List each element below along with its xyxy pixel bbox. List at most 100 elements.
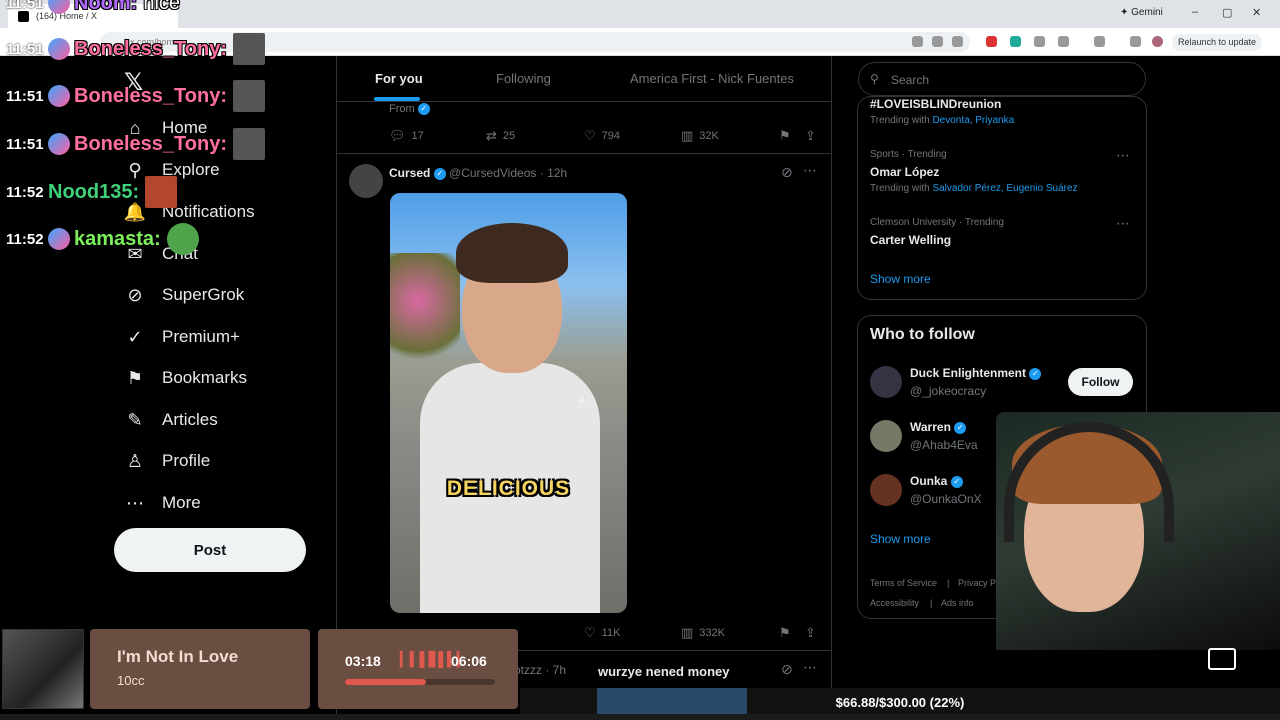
song-progress-fill <box>345 679 426 685</box>
post-button[interactable]: Post <box>114 528 306 572</box>
show-more-follow[interactable]: Show more <box>870 532 931 546</box>
footer-ads[interactable]: Ads info <box>941 598 974 608</box>
search-input[interactable]: Search <box>858 62 1146 96</box>
account-name-text: Duck Enlightenment <box>910 366 1027 380</box>
sidepanel-icon[interactable] <box>1094 36 1105 47</box>
video-tree <box>390 253 460 373</box>
more-options-icon[interactable]: ⋯ <box>803 659 818 676</box>
album-art <box>2 629 84 709</box>
close-icon[interactable]: ✕ <box>1252 6 1261 19</box>
extension-icon[interactable] <box>1034 36 1045 47</box>
author-handle[interactable]: otzzz · 7h <box>514 663 566 677</box>
avatar[interactable] <box>349 164 383 198</box>
trend-name[interactable]: Omar López <box>870 165 939 179</box>
article-icon: ✎ <box>127 409 143 430</box>
search-icon: ⚲ <box>870 72 879 86</box>
video-person-hair <box>456 223 568 283</box>
trend-context: Clemson University · Trending <box>870 217 1004 228</box>
bookmark-button[interactable]: ⚑ <box>779 128 797 144</box>
footer-sep: | <box>930 598 933 608</box>
trend-name[interactable]: #LOVEISBLINDreunion <box>870 97 1001 111</box>
views-button[interactable]: ▥ 32K <box>681 128 719 144</box>
song-total-time: 06:06 <box>451 653 487 669</box>
verified-icon: ✓ <box>127 326 143 347</box>
reply-icon: 💬︎ <box>389 128 406 143</box>
browser-toolbar: x.com/home Relaunch to update <box>0 28 1280 56</box>
avatar[interactable] <box>870 474 902 506</box>
trend-related-links[interactable]: Devonta, Priyanka <box>932 115 1014 126</box>
sidebar-item-articles[interactable]: ✎ Articles <box>124 402 217 438</box>
trending-with-label: Trending with <box>870 115 930 126</box>
sidebar-item-premium-[interactable]: ✓ Premium+ <box>124 319 239 355</box>
account-name-text: Ounka <box>910 474 948 488</box>
reply-button[interactable]: 💬︎ 17 <box>389 128 424 144</box>
account-handle[interactable]: @OunkaOnX <box>910 492 982 506</box>
relaunch-button[interactable]: Relaunch to update <box>1172 34 1263 51</box>
share-button[interactable]: ⇪ <box>805 625 822 641</box>
minimize-icon[interactable]: – <box>1192 6 1198 18</box>
more-options-icon[interactable]: ⋯ <box>1116 147 1131 164</box>
puzzle-icon[interactable] <box>1058 36 1069 47</box>
tweet-time[interactable]: 12h <box>547 166 567 180</box>
footer-terms[interactable]: Terms of Service <box>870 578 937 588</box>
share-icon: ⇪ <box>805 625 816 640</box>
gemini-button[interactable]: ✦ Gemini <box>1120 7 1163 18</box>
os-taskbar <box>0 714 1280 720</box>
x-logo-icon[interactable]: 𝕏 <box>124 68 143 97</box>
account-handle[interactable]: @Ahab4Eva <box>910 438 978 452</box>
tab-for-you[interactable]: For you <box>375 71 423 86</box>
avatar[interactable] <box>870 366 902 398</box>
trend-context: Sports · Trending <box>870 149 947 160</box>
more-options-icon[interactable]: ⋯ <box>1116 215 1131 232</box>
tab-following[interactable]: Following <box>496 71 551 86</box>
bookmark-icon: ⚑ <box>779 128 791 143</box>
author-name[interactable]: Cursed <box>389 166 430 180</box>
sidebar-item-more[interactable]: ⋯ More <box>124 485 201 521</box>
share-button[interactable]: ⇪ <box>805 128 822 144</box>
more-options-icon[interactable]: ⋯ <box>803 162 818 179</box>
sidebar-item-profile[interactable]: ♙ Profile <box>124 443 210 479</box>
sidebar-item-chat[interactable]: ✉ Chat <box>124 236 198 272</box>
sidebar-item-home[interactable]: ⌂ Home <box>124 110 208 146</box>
grok-icon[interactable]: ⊘ <box>781 661 794 678</box>
donation-goal-bar: $66.88/$300.00 (22%) <box>520 688 1280 714</box>
show-more-trends[interactable]: Show more <box>870 272 931 286</box>
trend-name[interactable]: Carter Welling <box>870 233 951 247</box>
extension-icon[interactable] <box>986 36 997 47</box>
tab-america-first[interactable]: America First - Nick Fuentes <box>630 71 794 86</box>
maximize-icon[interactable]: ▢ <box>1222 6 1232 19</box>
zoom-icon[interactable] <box>932 36 943 47</box>
address-bar[interactable]: x.com/home <box>100 32 970 52</box>
footer-accessibility[interactable]: Accessibility <box>870 598 919 608</box>
browser-tab-title: (164) Home / X <box>36 11 98 21</box>
star-icon[interactable] <box>952 36 963 47</box>
sidebar-item-label: Chat <box>162 244 198 263</box>
trend-related: Trending with Devonta, Priyanka <box>870 115 1014 126</box>
account-handle[interactable]: @_jokeocracy <box>910 384 986 398</box>
extension-icon[interactable] <box>912 36 923 47</box>
verified-icon: ✓ <box>1029 367 1042 380</box>
sidebar-item-supergrok[interactable]: ⊘ SuperGrok <box>124 277 244 313</box>
trend-related-links[interactable]: Salvador Pérez, Eugenio Suárez <box>932 183 1077 194</box>
repost-button[interactable]: ⇄ 25 <box>486 128 515 144</box>
profile-avatar[interactable] <box>1152 36 1163 47</box>
sidebar-item-notifications[interactable]: 🔔 Notifications <box>124 194 255 230</box>
grok-icon[interactable]: ⊘ <box>781 164 794 181</box>
sidebar-item-bookmarks[interactable]: ⚑ Bookmarks <box>124 360 247 396</box>
views-button[interactable]: ▥ 332K <box>681 625 725 641</box>
like-button[interactable]: ♡ 794 <box>584 128 620 144</box>
bookmark-button[interactable]: ⚑ <box>779 625 797 641</box>
media-icon[interactable] <box>1130 36 1141 47</box>
browser-tab[interactable]: (164) Home / X <box>8 4 178 28</box>
account-name[interactable]: Ounka ✓ <box>910 474 963 488</box>
account-name[interactable]: Duck Enlightenment ✓ <box>910 366 1042 380</box>
extension-icon[interactable] <box>1010 36 1021 47</box>
sidebar-item-explore[interactable]: ⚲ Explore <box>124 152 219 188</box>
like-button[interactable]: ♡ 11K <box>584 625 620 641</box>
tweet-video[interactable]: DELICIOUS <box>390 193 627 613</box>
now-playing-info: I'm Not In Love 10cc <box>90 629 310 709</box>
author-handle[interactable]: @CursedVideos <box>449 166 536 180</box>
account-name[interactable]: Warren ✓ <box>910 420 967 434</box>
follow-button[interactable]: Follow <box>1068 368 1133 396</box>
avatar[interactable] <box>870 420 902 452</box>
